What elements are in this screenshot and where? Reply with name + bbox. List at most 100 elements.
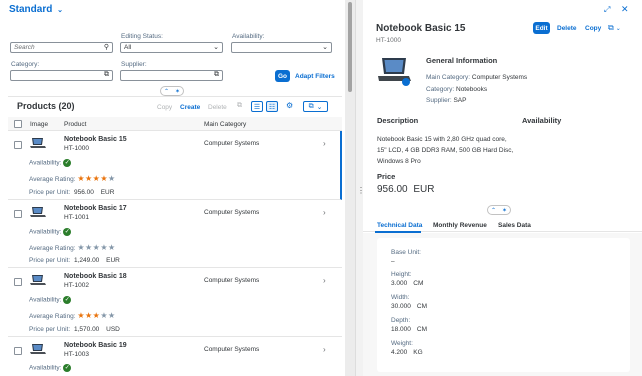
delete-button[interactable]: Delete	[208, 104, 227, 111]
variant-selector[interactable]: Standard ⌄	[9, 4, 63, 15]
value-help-icon[interactable]: ⧉	[214, 71, 219, 79]
settings-icon[interactable]: ⚙	[286, 101, 293, 110]
delete-button[interactable]: Delete	[557, 25, 577, 32]
price-label: Price per Unit:	[29, 257, 71, 264]
row-checkbox[interactable]	[14, 347, 22, 355]
supplier-input[interactable]: ⧉	[120, 70, 223, 81]
depth-unit: CM	[416, 326, 427, 333]
collapse-header-icon[interactable]: ⌃	[491, 207, 496, 214]
category-input[interactable]: ⧉	[10, 70, 113, 81]
editing-status-select[interactable]: All ⌄	[120, 42, 223, 53]
product-image	[30, 343, 46, 355]
table-row[interactable]: Notebook Basic 17 HT-1001 Computer Syste…	[8, 200, 342, 268]
supplier-label: Supplier:	[121, 61, 147, 68]
copy-button[interactable]: Copy	[157, 104, 172, 111]
availability-select[interactable]: ⌄	[231, 42, 332, 53]
product-name: Notebook Basic 15	[64, 136, 127, 143]
width-unit: CM	[416, 303, 427, 310]
pin-icon[interactable]: ✶	[175, 88, 180, 95]
available-icon: ✓	[63, 159, 72, 167]
object-page-pane: ⤢ ✕ Notebook Basic 15 HT-1000 Edit Delet…	[363, 0, 642, 376]
category-label: Category:	[11, 61, 40, 68]
product-id: HT-1001	[64, 214, 89, 221]
create-button[interactable]: Create	[180, 104, 200, 111]
variant-title[interactable]: Standard	[9, 4, 52, 15]
vertical-scrollbar[interactable]	[345, 0, 355, 376]
technical-data-card: Base Unit: – Height: 3.000 CM Width: 30.0…	[377, 238, 630, 372]
export-icon[interactable]: ⧉	[309, 103, 314, 111]
description-heading: Description	[377, 116, 419, 125]
chevron-down-icon[interactable]: ⌄	[317, 103, 323, 111]
column-main-category[interactable]: Main Category	[204, 121, 246, 128]
price-value: 1,570.00	[74, 326, 100, 333]
product-id: HT-1000	[64, 145, 89, 152]
availability-label: Availability:	[29, 296, 62, 304]
navigation-arrow-icon[interactable]: ›	[323, 139, 326, 148]
pane-splitter[interactable]: ⋮	[355, 0, 365, 376]
copy-button[interactable]: Copy	[585, 25, 601, 32]
chevron-down-icon[interactable]: ⌄	[322, 43, 328, 51]
availability-label: Availability:	[29, 364, 62, 372]
tab-sales-data[interactable]: Sales Data	[498, 222, 531, 229]
rating-label: Average Rating:	[29, 313, 76, 320]
product-name: Notebook Basic 17	[64, 205, 127, 212]
column-image[interactable]: Image	[30, 121, 48, 128]
fullscreen-icon[interactable]: ⤢	[604, 5, 610, 15]
product-id: HT-1003	[64, 351, 89, 358]
rating-stars: ★★★★★	[77, 243, 116, 252]
rating-label: Average Rating:	[29, 245, 76, 252]
available-icon: ✓	[63, 364, 72, 372]
edit-button[interactable]: Edit	[533, 22, 550, 34]
weight-label: Weight:	[391, 340, 413, 347]
adapt-filters-link[interactable]: Adapt Filters	[295, 73, 335, 80]
price-value: 956.00	[74, 189, 94, 196]
chevron-down-icon[interactable]: ⌄	[57, 7, 63, 14]
row-checkbox[interactable]	[14, 278, 22, 286]
chevron-down-icon[interactable]: ⌄	[213, 43, 219, 51]
share-menu[interactable]: ⧉ ⌄	[608, 23, 621, 33]
row-checkbox[interactable]	[14, 141, 22, 149]
scrollbar-thumb[interactable]	[348, 2, 352, 92]
navigation-arrow-icon[interactable]: ›	[323, 276, 326, 285]
tab-technical-data[interactable]: Technical Data	[377, 222, 422, 229]
row-checkbox[interactable]	[14, 210, 22, 218]
navigation-arrow-icon[interactable]: ›	[323, 345, 326, 354]
main-category-label: Main Category:	[426, 74, 471, 81]
chevron-down-icon[interactable]: ⌄	[616, 26, 621, 32]
table-row[interactable]: Notebook Basic 19 HT-1003 Computer Syste…	[8, 337, 342, 376]
list-view-icon[interactable]: ☷	[266, 101, 278, 112]
main-category: Computer Systems	[204, 277, 260, 284]
category-value: Notebooks	[456, 86, 488, 93]
value-help-icon[interactable]: ⧉	[104, 71, 109, 79]
export-menu-button[interactable]: ⧉ ⌄	[303, 101, 328, 112]
price-currency: USD	[106, 326, 120, 333]
table-row[interactable]: Notebook Basic 18 HT-1002 Computer Syste…	[8, 268, 342, 337]
collapse-header-icon[interactable]: ⌃	[164, 88, 169, 95]
list-report-pane: Standard ⌄ Search ⚲ Editing Status: All …	[0, 0, 345, 376]
availability-label: Availability:	[29, 228, 62, 236]
width-label: Width:	[391, 294, 410, 301]
main-category: Computer Systems	[204, 140, 260, 147]
share-icon[interactable]: ⧉	[608, 23, 614, 32]
height-unit: CM	[413, 280, 424, 287]
height-label: Height:	[391, 271, 412, 278]
copy-icon[interactable]: ⧉	[237, 102, 242, 110]
price-display: 956.00 EUR	[377, 184, 435, 195]
price-value: 956.00	[377, 184, 408, 195]
navigation-arrow-icon[interactable]: ›	[323, 208, 326, 217]
close-icon[interactable]: ✕	[621, 4, 629, 15]
table-row[interactable]: Notebook Basic 15 HT-1000 Computer Syste…	[8, 131, 342, 200]
go-button[interactable]: Go	[275, 70, 290, 82]
table-view-icon[interactable]: ☰	[251, 101, 263, 112]
price-label: Price per Unit:	[29, 326, 71, 333]
column-product[interactable]: Product	[64, 121, 86, 128]
tab-monthly-revenue[interactable]: Monthly Revenue	[433, 222, 487, 229]
product-large-image	[377, 56, 411, 86]
search-icon[interactable]: ⚲	[104, 43, 109, 51]
product-name: Notebook Basic 19	[64, 342, 127, 349]
weight-unit: KG	[413, 349, 423, 356]
rating-stars: ★★★★★	[77, 174, 116, 183]
select-all-checkbox[interactable]	[14, 120, 22, 128]
pin-icon[interactable]: ✶	[502, 207, 507, 214]
search-input[interactable]: Search ⚲	[10, 42, 113, 53]
